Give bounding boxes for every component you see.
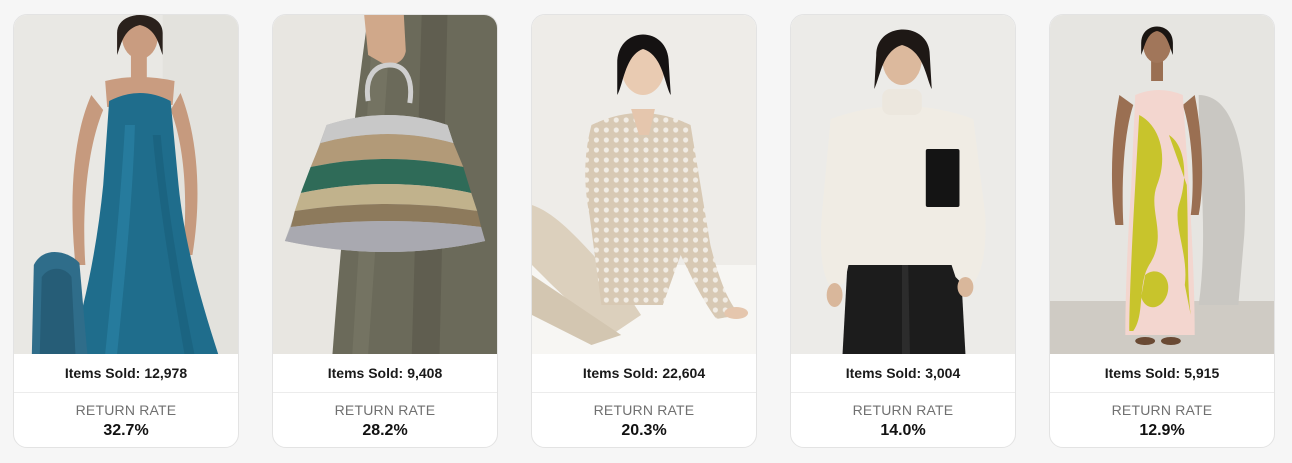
return-rate-label: RETURN RATE: [1111, 402, 1213, 418]
return-rate-label: RETURN RATE: [852, 402, 954, 418]
items-sold-value: 12,978: [144, 365, 188, 381]
items-sold-row: Items Sold: 3,004: [791, 354, 1015, 393]
product-photo-blue-satin-slip-dress-icon[interactable]: [14, 15, 238, 354]
product-photo-pink-yellow-floral-slip-dress-icon[interactable]: [1050, 15, 1274, 354]
return-rate-block: RETURN RATE 28.2%: [273, 393, 497, 441]
product-card-2[interactable]: Items Sold: 9,408 RETURN RATE 28.2%: [272, 14, 498, 448]
items-sold-value: 22,604: [662, 365, 706, 381]
items-sold-row: Items Sold: 12,978: [14, 354, 238, 393]
items-sold-label: Items Sold:: [327, 365, 404, 381]
items-sold-label: Items Sold:: [582, 365, 659, 381]
return-rate-block: RETURN RATE 12.9%: [1050, 393, 1274, 441]
product-card-1[interactable]: Items Sold: 12,978 RETURN RATE 32.7%: [13, 14, 239, 448]
product-card-4[interactable]: Items Sold: 3,004 RETURN RATE 14.0%: [790, 14, 1016, 448]
return-rate-label: RETURN RATE: [593, 402, 695, 418]
product-card-5[interactable]: Items Sold: 5,915 RETURN RATE 12.9%: [1049, 14, 1275, 448]
items-sold-row: Items Sold: 9,408: [273, 354, 497, 393]
items-sold-value: 3,004: [925, 365, 961, 381]
items-sold-label: Items Sold:: [845, 365, 922, 381]
product-card-row: Items Sold: 12,978 RETURN RATE 32.7% Ite…: [0, 0, 1292, 463]
return-rate-value: 32.7%: [103, 422, 149, 439]
return-rate-block: RETURN RATE 14.0%: [791, 393, 1015, 441]
items-sold-label: Items Sold:: [64, 365, 141, 381]
items-sold-row: Items Sold: 22,604: [532, 354, 756, 393]
product-card-3[interactable]: Items Sold: 22,604 RETURN RATE 20.3%: [531, 14, 757, 448]
return-rate-block: RETURN RATE 20.3%: [532, 393, 756, 441]
return-rate-value: 28.2%: [362, 422, 408, 439]
product-photo-beige-open-knit-sweater-icon[interactable]: [532, 15, 756, 354]
return-rate-block: RETURN RATE 32.7%: [14, 393, 238, 441]
items-sold-label: Items Sold:: [1104, 365, 1181, 381]
product-photo-cream-turtleneck-sweater-icon[interactable]: [791, 15, 1015, 354]
return-rate-value: 20.3%: [621, 422, 667, 439]
return-rate-label: RETURN RATE: [334, 402, 436, 418]
return-rate-value: 12.9%: [1139, 422, 1185, 439]
items-sold-value: 5,915: [1184, 365, 1220, 381]
product-photo-striped-sequin-pouch-bag-icon[interactable]: [273, 15, 497, 354]
return-rate-value: 14.0%: [880, 422, 926, 439]
items-sold-value: 9,408: [407, 365, 443, 381]
return-rate-label: RETURN RATE: [75, 402, 177, 418]
items-sold-row: Items Sold: 5,915: [1050, 354, 1274, 393]
